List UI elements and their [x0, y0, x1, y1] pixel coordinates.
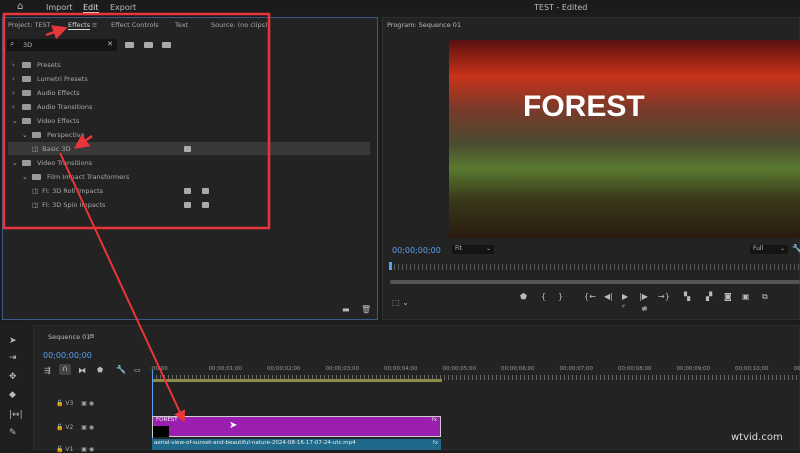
annotation-arrow-effects [46, 29, 63, 35]
annotation-overlay [0, 0, 800, 450]
annotation-highlight-box [4, 14, 269, 228]
annotation-arrow-drag [60, 153, 183, 419]
annotation-arrow-basic3d [78, 136, 92, 146]
